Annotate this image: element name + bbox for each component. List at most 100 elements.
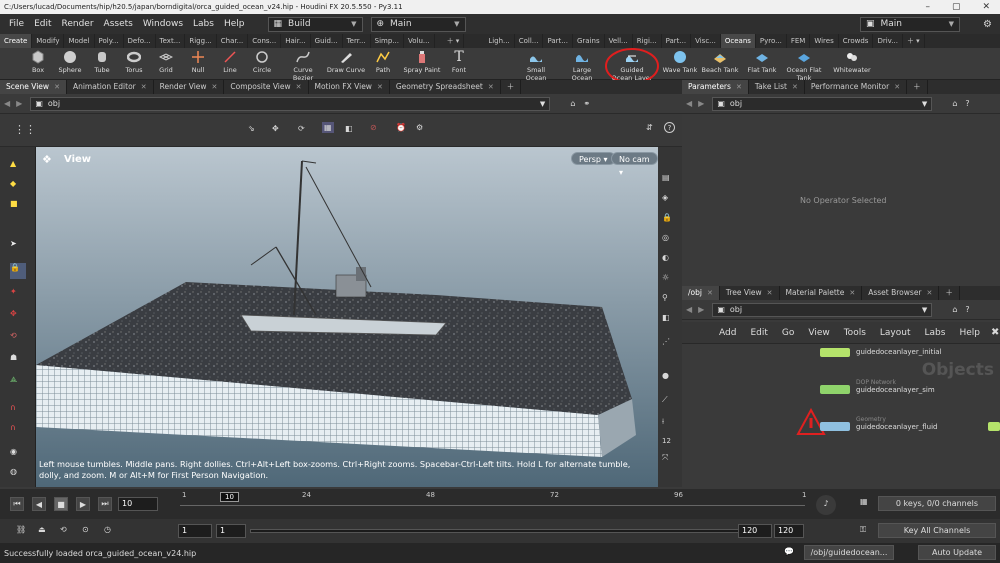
tool-flat-tank[interactable]: Flat Tank xyxy=(742,50,782,74)
skeleton-icon[interactable]: ☗ xyxy=(10,353,26,369)
shelf-tab-oceans[interactable]: Oceans xyxy=(720,34,756,48)
shelf-tab[interactable]: Wires xyxy=(810,34,839,48)
back-arrow-icon[interactable]: ◀ xyxy=(4,99,10,108)
help-icon[interactable]: ? xyxy=(664,122,675,133)
lighting-icon[interactable]: ☼ xyxy=(662,273,678,289)
normals-icon[interactable]: ⟊ xyxy=(662,417,678,433)
close-icon[interactable]: ✕ xyxy=(927,286,933,300)
axis-icon[interactable]: ⟁ xyxy=(10,375,26,391)
shelf-tab-create[interactable]: Create xyxy=(0,34,33,48)
add-tab-icon[interactable]: ＋ xyxy=(939,286,960,300)
network-menu-tools[interactable]: Tools xyxy=(837,328,873,338)
menu-windows[interactable]: Windows xyxy=(138,19,188,29)
shelf-tab[interactable]: Coll... xyxy=(515,34,544,48)
help-icon[interactable]: ? xyxy=(965,99,969,108)
pin-icon[interactable]: ⌂ xyxy=(952,305,957,314)
shelf-tab[interactable]: Simp... xyxy=(371,34,404,48)
tab-take-list[interactable]: Take List ✕ xyxy=(749,80,805,94)
shelf-tab[interactable]: Pyro... xyxy=(756,34,787,48)
lock-camera-icon[interactable]: 🔒 xyxy=(662,213,678,229)
snap-magnet-icon[interactable]: ∩ xyxy=(10,403,26,419)
ghost-icon[interactable]: ⚲ xyxy=(662,293,678,309)
tool-curve-bezier[interactable]: Curve Bezier xyxy=(283,50,323,82)
wrench-icon[interactable]: ✖ xyxy=(991,327,999,338)
range-end-field[interactable]: 120 xyxy=(738,524,772,538)
network-menu-go[interactable]: Go xyxy=(775,328,801,338)
close-icon[interactable]: ✕ xyxy=(894,80,900,94)
back-arrow-icon[interactable]: ◀ xyxy=(686,305,692,314)
select-objects-icon[interactable]: ■ xyxy=(10,199,26,215)
forward-arrow-icon[interactable]: ▶ xyxy=(698,99,704,108)
tool-draw-curve[interactable]: Draw Curve xyxy=(326,50,366,74)
close-icon[interactable]: ✕ xyxy=(377,80,383,94)
rotate-tool-icon[interactable]: ⟳ xyxy=(298,124,305,133)
audio-icon[interactable]: ♪ xyxy=(816,495,836,515)
jump-end-icon[interactable]: ⏭ xyxy=(98,497,112,511)
play-icon[interactable]: ▶ xyxy=(76,497,90,511)
tool-ocean-flat-tank[interactable]: Ocean Flat Tank xyxy=(784,50,824,82)
tool-wave-tank[interactable]: Wave Tank xyxy=(660,50,700,74)
network-menu-help[interactable]: Help xyxy=(952,328,987,338)
right-desktop-selector[interactable]: ▣ Main ▼ xyxy=(860,16,960,32)
display-mode-icon[interactable]: ▤ xyxy=(662,173,678,189)
handle-icon[interactable]: ✥ xyxy=(10,309,26,325)
tab-asset-browser[interactable]: Asset Browser ✕ xyxy=(862,286,940,300)
scene-camera-icon[interactable]: ◉ xyxy=(10,447,26,463)
camera-menu[interactable]: No cam ▾ xyxy=(611,152,658,177)
tool-spray-paint[interactable]: Spray Paint xyxy=(402,50,442,74)
close-icon[interactable]: ✕ xyxy=(212,80,218,94)
clock-icon[interactable]: ◷ xyxy=(104,525,111,534)
main-selector[interactable]: ⊕ Main ▼ xyxy=(370,16,466,32)
tool-whitewater[interactable]: Whitewater xyxy=(832,50,872,74)
view-tool-icon[interactable]: ▦ xyxy=(322,122,334,133)
shelf-tab[interactable]: Model xyxy=(64,34,95,48)
range-slider[interactable] xyxy=(250,529,740,533)
menu-file[interactable]: File xyxy=(4,19,29,29)
tab-material-palette[interactable]: Material Palette ✕ xyxy=(780,286,863,300)
move-tool-icon[interactable]: ✥ xyxy=(272,124,279,133)
parameters-path-field[interactable]: ▣ obj ▼ xyxy=(712,96,933,111)
flipbook-icon[interactable]: ⏰ xyxy=(396,123,406,132)
tab-animation-editor[interactable]: Animation Editor ✕ xyxy=(67,80,154,94)
tab-scene-view[interactable]: Scene View ✕ xyxy=(0,80,67,94)
tool-torus[interactable]: Torus xyxy=(117,50,151,74)
light-icon[interactable]: ◍ xyxy=(10,467,26,483)
tool-grid[interactable]: Grid xyxy=(149,50,183,74)
pointer-icon[interactable]: ➤ xyxy=(10,239,26,255)
tab-motion-fx-view[interactable]: Motion FX View ✕ xyxy=(309,80,390,94)
tool-beach-tank[interactable]: Beach Tank xyxy=(700,50,740,74)
tab-render-view[interactable]: Render View ✕ xyxy=(154,80,225,94)
shelf-tab[interactable]: FEM xyxy=(787,34,811,48)
tab-composite-view[interactable]: Composite View ✕ xyxy=(224,80,309,94)
magnet-icon[interactable]: ✦ xyxy=(10,287,26,303)
loop-icon[interactable]: ⟲ xyxy=(60,525,67,534)
play-reverse-icon[interactable]: ◀ xyxy=(32,497,46,511)
close-icon[interactable]: ✕ xyxy=(792,80,798,94)
forward-arrow-icon[interactable]: ▶ xyxy=(698,305,704,314)
key-all-channels-button[interactable]: Key All Channels xyxy=(878,523,996,538)
shelf-tab[interactable]: Part... xyxy=(543,34,573,48)
select-tool-icon[interactable]: ⇘ xyxy=(248,124,255,133)
jump-start-icon[interactable]: ⏮ xyxy=(10,497,24,511)
shelf-tab[interactable]: Defo... xyxy=(124,34,156,48)
lock-icon[interactable]: 🔒 xyxy=(10,263,26,279)
pose-icon[interactable]: ⟲ xyxy=(10,331,26,347)
close-icon[interactable]: ✕ xyxy=(296,80,302,94)
range-start-field-2[interactable]: 1 xyxy=(216,524,246,538)
numbers-icon[interactable]: 12 xyxy=(662,437,678,453)
handle-grid-icon[interactable]: ⋮⋮ xyxy=(14,123,36,136)
tab-tree-view[interactable]: Tree View ✕ xyxy=(720,286,780,300)
tool-sphere[interactable]: Sphere xyxy=(53,50,87,74)
add-tab-icon[interactable]: ＋ xyxy=(501,80,522,94)
scene-viewport[interactable]: ❖ View Persp ▾ No cam ▾ Left mouse tumbl… xyxy=(36,147,658,487)
menu-help[interactable]: Help xyxy=(219,19,250,29)
shelf-tab[interactable]: Hair... xyxy=(281,34,311,48)
minimize-icon[interactable]: – xyxy=(925,2,930,12)
close-icon[interactable]: ✕ xyxy=(982,2,990,12)
node-guidedoceanlayer-fluid[interactable] xyxy=(820,422,850,431)
auto-update-button[interactable]: Auto Update xyxy=(918,545,996,560)
range-end-field-2[interactable]: 120 xyxy=(774,524,804,538)
close-icon[interactable]: ✕ xyxy=(54,80,60,94)
network-path-field[interactable]: ▣ obj ▼ xyxy=(712,302,933,317)
keyframe-icon[interactable]: ⚿ xyxy=(860,525,866,535)
